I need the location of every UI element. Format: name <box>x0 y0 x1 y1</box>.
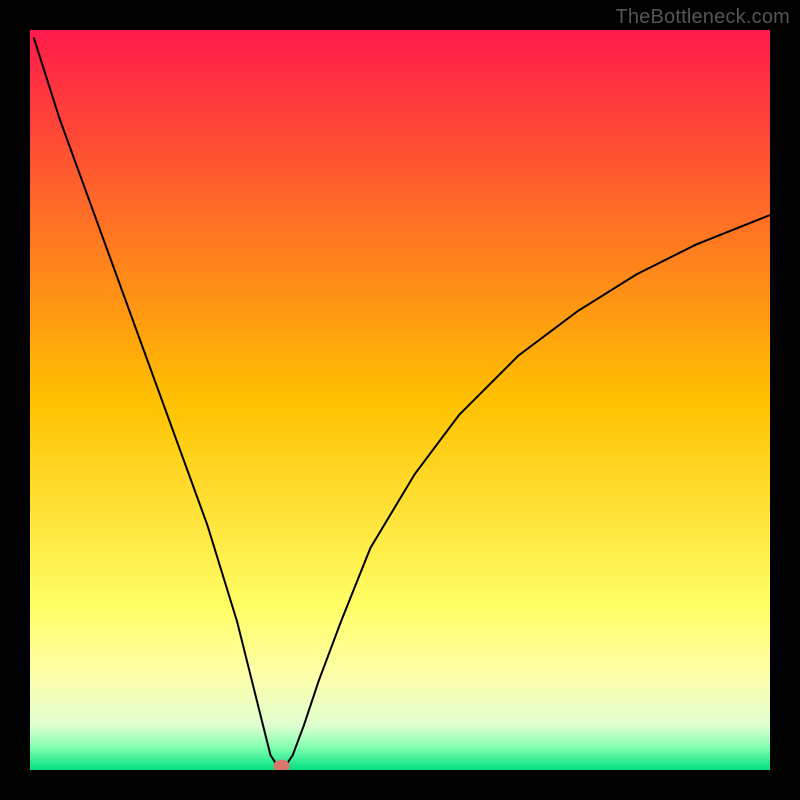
bottleneck-chart <box>30 30 770 770</box>
chart-background <box>30 30 770 770</box>
chart-frame: TheBottleneck.com <box>0 0 800 800</box>
attribution-text: TheBottleneck.com <box>615 6 790 29</box>
